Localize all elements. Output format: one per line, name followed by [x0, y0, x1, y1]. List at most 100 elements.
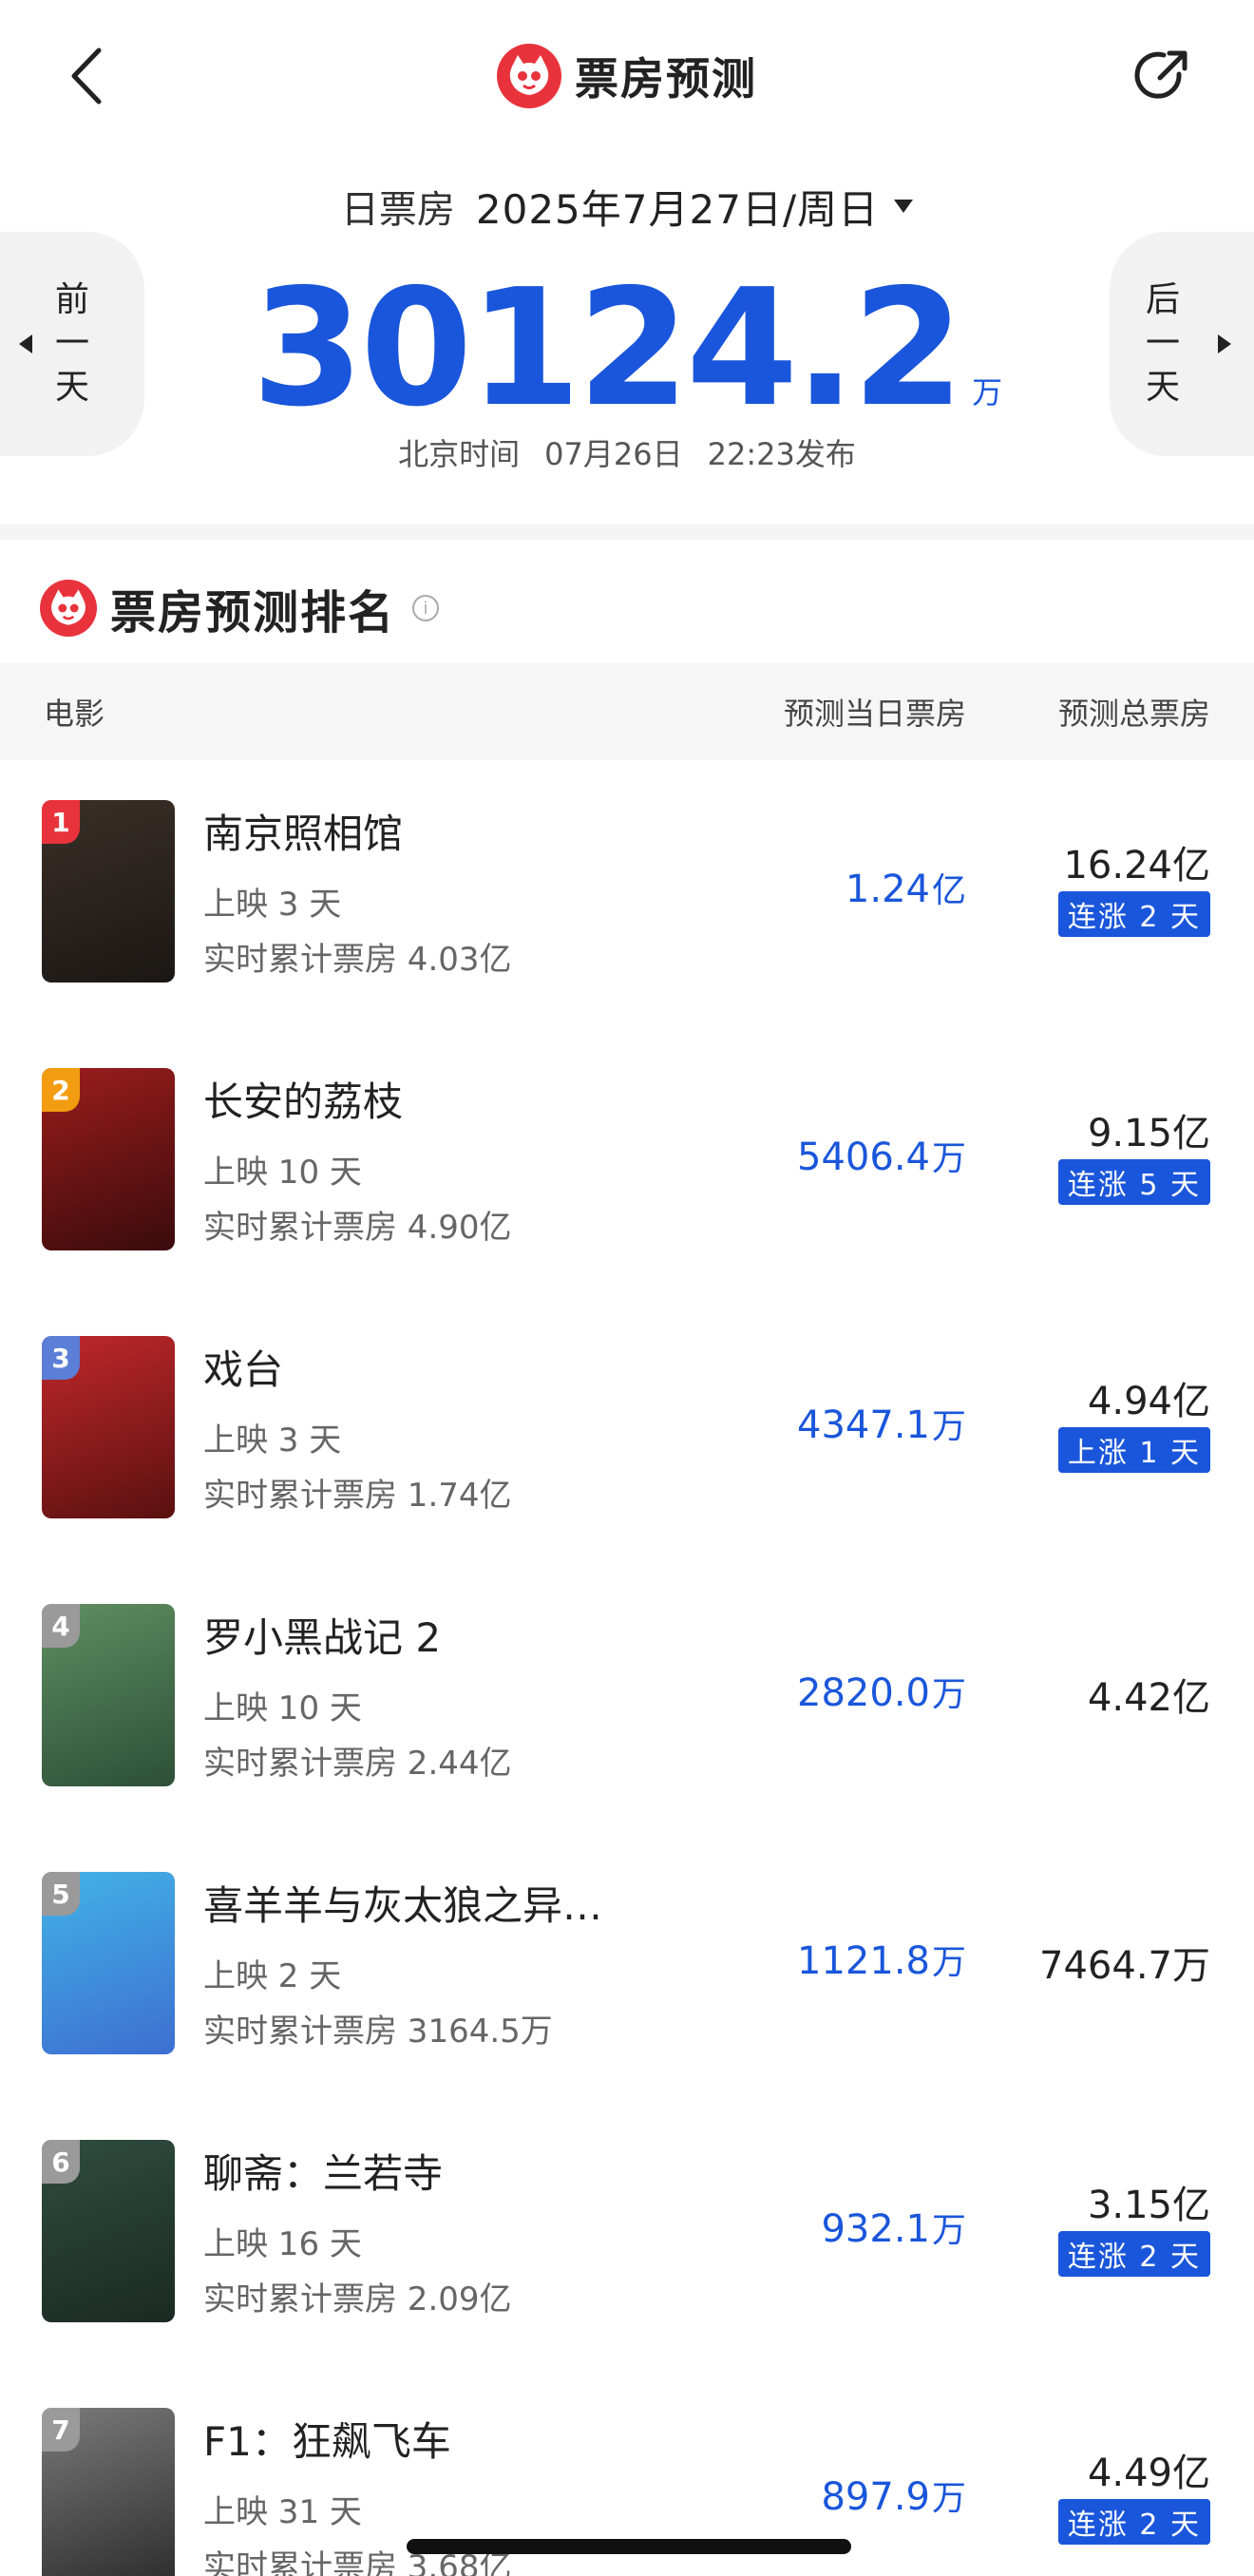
day-forecast: 1121.8 万: [797, 1935, 966, 1984]
rank-badge: 5: [42, 1872, 80, 1916]
day-forecast-unit: 万: [931, 1139, 966, 1178]
movie-title: 南京照相馆: [203, 811, 404, 857]
movie-poster[interactable]: 7: [42, 2408, 175, 2576]
day-forecast-value: 1.24: [845, 868, 930, 911]
rank-badge: 3: [42, 1336, 80, 1380]
movie-row[interactable]: 1 南京照相馆 上映 3 天 实时累计票房 4.03亿 1.24 亿 16.24亿…: [0, 760, 1254, 1028]
publish-time: 22:23发布: [707, 436, 856, 472]
share-button[interactable]: [1126, 40, 1198, 112]
day-forecast: 1.24 亿: [846, 863, 966, 912]
day-forecast-unit: 万: [931, 1943, 966, 1982]
publish-prefix: 北京时间: [398, 436, 521, 472]
forecast-value: 30124.2: [251, 255, 964, 443]
rank-badge: 7: [42, 2408, 80, 2452]
day-forecast-unit: 万: [931, 2479, 966, 2518]
release-days: 上映 3 天: [203, 1422, 342, 1460]
total-forecast: 7464.7万: [1039, 1944, 1210, 1988]
total-forecast: 4.42亿: [1087, 1676, 1210, 1720]
total-forecast: 3.15亿: [1087, 2184, 1210, 2227]
release-days: 上映 10 天: [203, 1689, 362, 1727]
nav-title: 票房预测: [0, 40, 1254, 112]
day-forecast-unit: 万: [931, 1675, 966, 1714]
publish-date: 07月26日: [544, 436, 683, 472]
maoyan-cat-logo-icon: [497, 44, 561, 108]
column-header-day-forecast: 预测当日票房: [783, 696, 966, 732]
trend-badge: 连涨 2 天: [1057, 2231, 1210, 2277]
trend-badge: 连涨 2 天: [1057, 2499, 1210, 2545]
home-indicator[interactable]: [407, 2539, 851, 2554]
day-forecast-value: 5406.4: [797, 1135, 930, 1179]
date-type-label: 日票房: [340, 188, 455, 232]
release-days: 上映 16 天: [203, 2225, 362, 2263]
trend-badge: 连涨 2 天: [1057, 891, 1210, 937]
section-divider: [0, 525, 1254, 540]
movie-title: 戏台: [203, 1346, 284, 1393]
table-header: 电影 预测当日票房 预测总票房: [0, 663, 1254, 760]
movie-title: 聊斋：兰若寺: [203, 2150, 444, 2197]
date-selector[interactable]: 日票房 2025年7月27日/周日: [0, 173, 1254, 239]
movie-row[interactable]: 3 戏台 上映 3 天 实时累计票房 1.74亿 4347.1 万 4.94亿 上…: [0, 1296, 1254, 1564]
trend-badge: 连涨 5 天: [1057, 1159, 1210, 1205]
realtime-box-office: 实时累计票房 1.74亿: [203, 1477, 512, 1515]
movie-row[interactable]: 6 聊斋：兰若寺 上映 16 天 实时累计票房 2.09亿 932.1 万 3.1…: [0, 2100, 1254, 2368]
page-title: 票房预测: [575, 53, 757, 105]
movie-poster[interactable]: 2: [42, 1068, 175, 1250]
movie-title: 喜羊羊与灰太狼之异…: [203, 1882, 603, 1929]
rank-badge: 6: [42, 2140, 80, 2184]
movie-row[interactable]: 4 罗小黑战记 2 上映 10 天 实时累计票房 2.44亿 2820.0 万 4…: [0, 1564, 1254, 1832]
movie-poster[interactable]: 3: [42, 1336, 175, 1518]
day-forecast-value: 2820.0: [797, 1671, 930, 1715]
forecast-total: 30124.2 万: [0, 258, 1254, 429]
movie-row[interactable]: 2 长安的荔枝 上映 10 天 实时累计票房 4.90亿 5406.4 万 9.1…: [0, 1028, 1254, 1296]
info-icon[interactable]: i: [412, 595, 440, 621]
realtime-box-office: 实时累计票房 2.09亿: [203, 2280, 512, 2318]
movie-poster[interactable]: 6: [42, 2140, 175, 2322]
rank-badge: 2: [42, 1068, 80, 1112]
dropdown-caret-icon: [894, 200, 914, 213]
day-forecast-value: 4347.1: [797, 1403, 930, 1447]
movie-poster[interactable]: 4: [42, 1604, 175, 1786]
day-forecast: 932.1 万: [821, 2203, 966, 2252]
day-forecast: 897.9 万: [821, 2471, 966, 2520]
release-days: 上映 31 天: [203, 2493, 362, 2531]
section-title: 票房预测排名: [110, 586, 396, 639]
movie-row[interactable]: 5 喜羊羊与灰太狼之异… 上映 2 天 实时累计票房 3164.5万 1121.…: [0, 1832, 1254, 2100]
day-forecast: 4347.1 万: [797, 1399, 966, 1448]
rank-badge: 4: [42, 1604, 80, 1648]
realtime-box-office: 实时累计票房 4.03亿: [203, 941, 512, 979]
movie-title: F1：狂飙飞车: [203, 2418, 451, 2465]
realtime-box-office: 实时累计票房 3164.5万: [203, 2013, 553, 2051]
total-forecast: 9.15亿: [1087, 1112, 1210, 1155]
publish-info: 北京时间 07月26日 22:23发布: [0, 426, 1254, 479]
day-forecast-unit: 亿: [931, 871, 966, 910]
day-forecast-value: 932.1: [821, 2207, 930, 2251]
day-forecast-unit: 万: [931, 2211, 966, 2250]
column-header-movie: 电影: [44, 696, 105, 732]
top-nav-bar: 票房预测: [0, 0, 1254, 162]
day-forecast-value: 897.9: [821, 2475, 930, 2519]
release-days: 上映 3 天: [203, 886, 342, 924]
date-value: 2025年7月27日/周日: [475, 185, 880, 233]
day-forecast: 2820.0 万: [797, 1667, 966, 1716]
rank-badge: 1: [42, 800, 80, 844]
ranking-section-header: 票房预测排名 i: [40, 570, 440, 646]
share-icon: [1134, 50, 1188, 99]
movie-title: 长安的荔枝: [203, 1078, 404, 1125]
realtime-box-office: 实时累计票房 2.44亿: [203, 1745, 512, 1783]
maoyan-cat-logo-icon: [40, 580, 97, 637]
day-forecast-value: 1121.8: [797, 1939, 930, 1983]
movie-poster[interactable]: 1: [42, 800, 175, 983]
release-days: 上映 10 天: [203, 1154, 362, 1192]
total-forecast: 4.94亿: [1087, 1380, 1210, 1423]
release-days: 上映 2 天: [203, 1957, 342, 1995]
total-forecast: 16.24亿: [1063, 844, 1210, 887]
day-forecast: 5406.4 万: [797, 1131, 966, 1180]
day-forecast-unit: 万: [931, 1407, 966, 1446]
total-forecast: 4.49亿: [1087, 2452, 1210, 2495]
trend-badge: 上涨 1 天: [1057, 1427, 1210, 1473]
movie-poster[interactable]: 5: [42, 1872, 175, 2054]
column-header-total-forecast: 预测总票房: [1057, 696, 1210, 732]
movie-title: 罗小黑战记 2: [203, 1614, 442, 1661]
forecast-unit: 万: [972, 374, 1003, 410]
realtime-box-office: 实时累计票房 4.90亿: [203, 1209, 512, 1247]
